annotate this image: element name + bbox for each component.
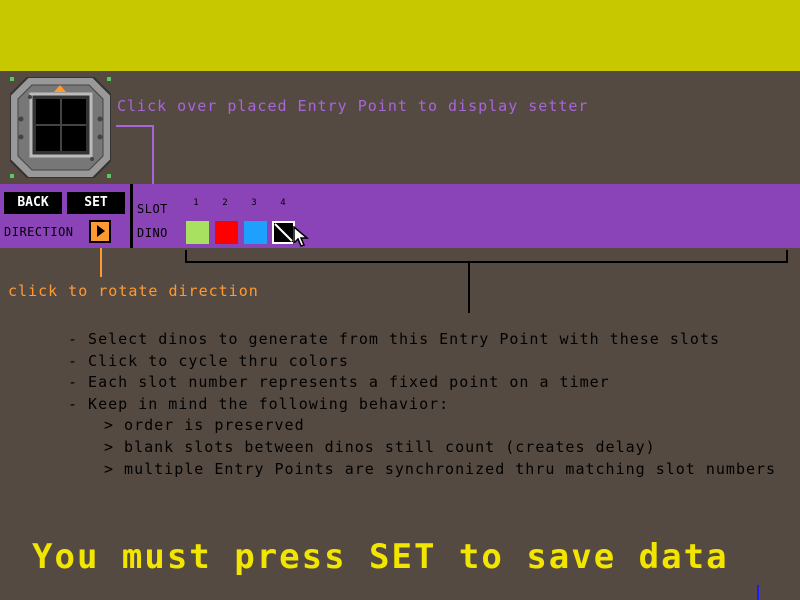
slot-number-2: 2: [222, 198, 228, 208]
edge-marker: [757, 585, 759, 600]
entry-point-setter-panel: BACK SET DIRECTION SLOT DINO 1 2 3 4: [0, 184, 800, 248]
direction-label: DIRECTION: [4, 225, 74, 239]
mouse-cursor-icon: [293, 226, 310, 247]
slot-label: SLOT: [137, 202, 168, 216]
arrow-right-icon[interactable]: [89, 220, 111, 243]
back-button[interactable]: BACK: [4, 192, 62, 214]
dino-slot-2[interactable]: [215, 221, 238, 244]
set-button[interactable]: SET: [67, 192, 125, 214]
save-notice: You must press SET to save data: [32, 537, 729, 577]
dino-label: DINO: [137, 226, 168, 240]
instruction-item: - Select dinos to generate from this Ent…: [68, 330, 720, 348]
dino-slot-1[interactable]: [186, 221, 209, 244]
blank-slot-icon: [274, 223, 293, 242]
entry-point-tile-icon[interactable]: [10, 77, 111, 178]
dino-slot-3[interactable]: [244, 221, 267, 244]
instructions-list: - Select dinos to generate from this Ent…: [68, 329, 776, 480]
instruction-item: - Each slot number represents a fixed po…: [68, 373, 610, 392]
rotate-hint: click to rotate direction: [8, 282, 259, 300]
behavior-item: > order is preserved: [104, 416, 305, 435]
slot-number-1: 1: [193, 198, 199, 208]
behavior-item: > multiple Entry Points are synchronized…: [104, 459, 777, 478]
slot-number-4: 4: [280, 198, 286, 208]
panel-divider: [130, 184, 133, 248]
connector-lines: [100, 125, 788, 313]
slot-number-3: 3: [251, 198, 257, 208]
setter-hint: Click over placed Entry Point to display…: [117, 97, 589, 115]
instruction-item: - Keep in mind the following behavior:: [68, 394, 450, 413]
behavior-item: > blank slots between dinos still count …: [104, 437, 656, 456]
instruction-item: - Click to cycle thru colors: [68, 351, 349, 370]
top-bar: [0, 0, 800, 71]
